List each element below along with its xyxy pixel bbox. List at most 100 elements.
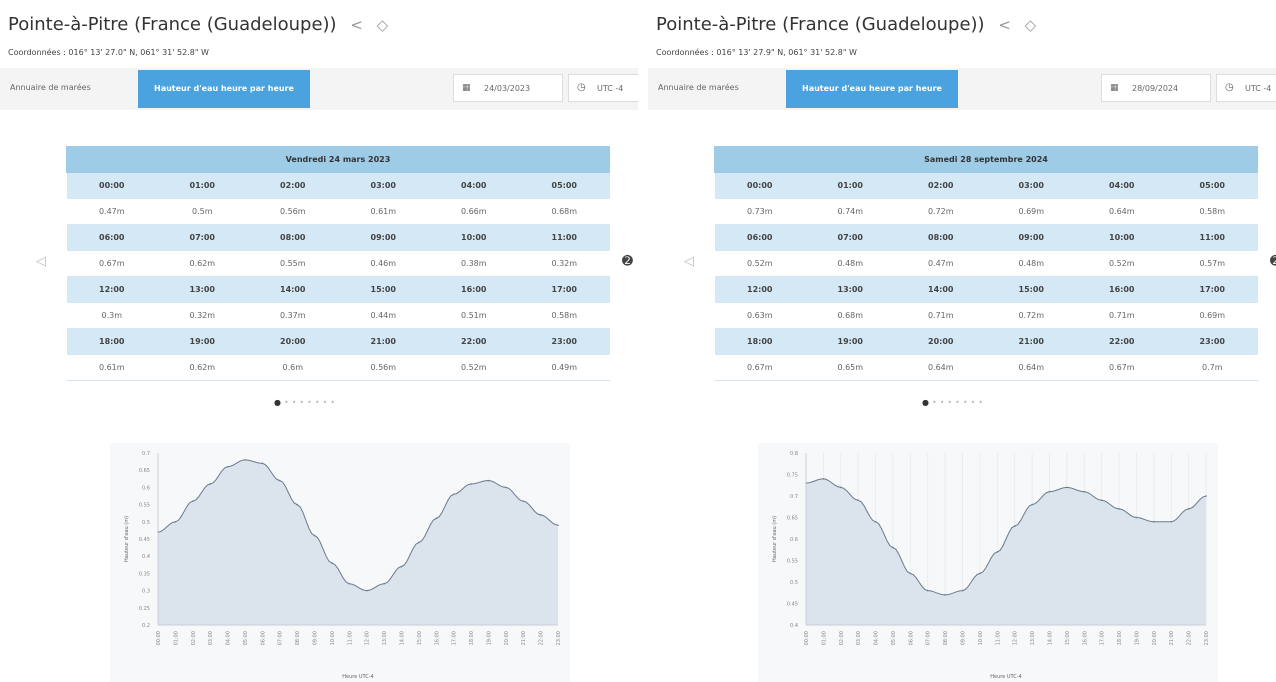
date-picker[interactable]: ▦ 28/09/2024 xyxy=(1101,74,1211,102)
data-point xyxy=(348,582,351,585)
chevron-right-icon[interactable]: ➋ xyxy=(1270,254,1276,269)
hour-cell: 04:00 xyxy=(1076,172,1167,199)
table-row: 0.67m 0.65m 0.64m 0.64m 0.67m 0.7m xyxy=(714,354,1258,381)
data-point xyxy=(505,486,507,489)
share-icon[interactable]: < xyxy=(998,16,1011,34)
hour-cell: 09:00 xyxy=(986,224,1077,251)
x-tick-label: 12:00 xyxy=(1013,631,1019,645)
x-tick-label: 17:00 xyxy=(452,631,458,645)
hour-cell: 03:00 xyxy=(338,172,429,199)
data-point xyxy=(1066,486,1068,489)
tide-almanac-link[interactable]: Annuaire de marées xyxy=(10,83,91,92)
y-tick-label: 0.4 xyxy=(790,623,798,629)
x-tick-label: 05:00 xyxy=(243,631,249,645)
x-axis-title: Heure UTC-4 xyxy=(990,674,1022,680)
x-tick-label: 21:00 xyxy=(521,631,527,645)
y-tick-label: 0.7 xyxy=(142,451,150,457)
hour-cell: 10:00 xyxy=(428,224,519,251)
x-tick-label: 20:00 xyxy=(1152,631,1158,645)
x-tick-label: 08:00 xyxy=(943,631,949,645)
x-tick-label: 15:00 xyxy=(417,631,423,645)
height-cell: 0.64m xyxy=(895,354,986,381)
hour-cell: 00:00 xyxy=(66,172,157,199)
clock-icon: ◷ xyxy=(577,82,586,93)
hourly-water-height-button[interactable]: Hauteur d'eau heure par heure xyxy=(786,70,958,108)
hour-cell: 04:00 xyxy=(428,172,519,199)
data-point xyxy=(979,572,981,575)
x-tick-label: 11:00 xyxy=(347,631,353,645)
data-point xyxy=(418,541,420,544)
y-tick-label: 0.6 xyxy=(790,537,798,543)
data-point xyxy=(944,594,946,596)
height-cell: 0.46m xyxy=(338,250,429,277)
height-cell: 0.5m xyxy=(157,198,248,225)
x-tick-label: 05:00 xyxy=(891,631,897,645)
hourly-water-height-button[interactable]: Hauteur d'eau heure par heure xyxy=(138,70,310,108)
data-point xyxy=(487,479,490,482)
table-row: 0.61m 0.62m 0.6m 0.56m 0.52m 0.49m xyxy=(66,354,610,381)
x-tick-label: 03:00 xyxy=(856,631,862,645)
x-tick-label: 04:00 xyxy=(226,631,232,645)
height-cell: 0.57m xyxy=(1167,250,1258,277)
clock-icon: ◷ xyxy=(1225,82,1234,93)
x-tick-label: 11:00 xyxy=(995,631,1001,645)
hour-cell: 17:00 xyxy=(1167,276,1258,303)
data-point xyxy=(1153,521,1155,523)
y-tick-label: 0.5 xyxy=(142,520,150,526)
table-caption: Vendredi 24 mars 2023 xyxy=(66,146,610,173)
page-title: Pointe-à-Pitre (France (Guadeloupe)) < ◇ xyxy=(8,14,388,35)
x-tick-label: 15:00 xyxy=(1065,631,1071,645)
x-tick-label: 13:00 xyxy=(382,631,388,645)
chevron-left-icon[interactable]: ◁ xyxy=(684,254,694,269)
data-point xyxy=(1083,490,1086,493)
data-point xyxy=(261,462,264,465)
tag-icon[interactable]: ◇ xyxy=(1025,16,1037,34)
timezone-select[interactable]: ◷ UTC -4 xyxy=(1216,74,1276,102)
height-cell: 0.6m xyxy=(247,354,338,381)
x-tick-label: 22:00 xyxy=(1187,631,1193,645)
y-tick-label: 0.35 xyxy=(139,571,150,577)
table-row: 0.3m 0.32m 0.37m 0.44m 0.51m 0.58m xyxy=(66,302,610,329)
toolbar: Annuaire de marées Hauteur d'eau heure p… xyxy=(0,68,638,110)
height-cell: 0.58m xyxy=(1167,198,1258,225)
chevron-right-icon[interactable]: ➋ xyxy=(622,254,633,269)
data-point xyxy=(522,500,525,502)
table-row: 0.52m 0.48m 0.47m 0.48m 0.52m 0.57m xyxy=(714,250,1258,277)
x-tick-label: 10:00 xyxy=(330,631,336,645)
y-axis-title: Hauteur d'eau (m) xyxy=(772,516,778,562)
tide-almanac-link[interactable]: Annuaire de marées xyxy=(658,83,739,92)
height-cell: 0.64m xyxy=(986,354,1077,381)
tag-icon[interactable]: ◇ xyxy=(377,16,389,34)
carousel-dots[interactable]: ●••••••• xyxy=(274,398,338,407)
x-axis-title: Heure UTC-4 xyxy=(342,674,374,680)
x-tick-label: 19:00 xyxy=(486,631,492,645)
x-tick-label: 04:00 xyxy=(874,631,880,645)
share-icon[interactable]: < xyxy=(350,16,363,34)
toolbar: Annuaire de marées Hauteur d'eau heure p… xyxy=(648,68,1276,110)
hour-cell: 23:00 xyxy=(1167,328,1258,355)
hour-cell: 02:00 xyxy=(247,172,338,199)
tide-table: Vendredi 24 mars 2023 00:00 01:00 02:00 03:… xyxy=(66,146,610,381)
hour-cell: 08:00 xyxy=(895,224,986,251)
y-tick-label: 0.45 xyxy=(787,602,798,608)
timezone-select[interactable]: ◷ UTC -4 xyxy=(568,74,638,102)
x-tick-label: 23:00 xyxy=(556,631,562,645)
carousel-dots[interactable]: ●••••••• xyxy=(922,398,986,407)
timezone-value: UTC -4 xyxy=(597,84,624,93)
date-picker[interactable]: ▦ 24/03/2023 xyxy=(453,74,563,102)
table-row: 18:00 19:00 20:00 21:00 22:00 23:00 xyxy=(66,328,610,355)
data-point xyxy=(996,551,999,553)
hour-cell: 14:00 xyxy=(895,276,986,303)
hour-cell: 03:00 xyxy=(986,172,1077,199)
chevron-left-icon[interactable]: ◁ xyxy=(36,254,46,269)
x-tick-label: 01:00 xyxy=(173,631,179,645)
x-tick-label: 19:00 xyxy=(1134,631,1140,645)
page-title: Pointe-à-Pitre (France (Guadeloupe)) < ◇ xyxy=(656,14,1036,35)
table-row: 0.63m 0.68m 0.71m 0.72m 0.71m 0.69m xyxy=(714,302,1258,329)
height-cell: 0.62m xyxy=(157,354,248,381)
data-point xyxy=(1187,508,1190,510)
height-cell: 0.52m xyxy=(1076,250,1167,277)
data-point xyxy=(539,514,542,516)
x-tick-label: 03:00 xyxy=(208,631,214,645)
x-tick-label: 00:00 xyxy=(804,631,810,645)
